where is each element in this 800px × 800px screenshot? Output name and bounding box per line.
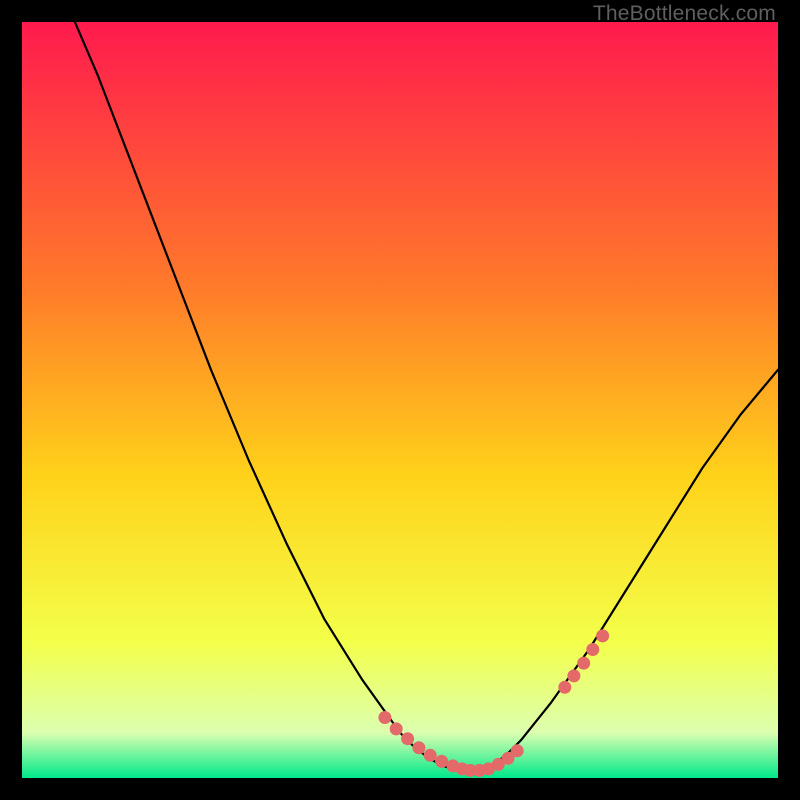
chart-frame: [22, 22, 778, 778]
watermark-text: TheBottleneck.com: [593, 2, 776, 26]
curve-marker: [558, 681, 571, 694]
curve-marker: [586, 643, 599, 656]
curve-marker: [390, 722, 403, 735]
curve-marker: [596, 629, 609, 642]
curve-marker: [424, 749, 437, 762]
curve-marker: [435, 755, 448, 768]
gradient-background: [22, 22, 778, 778]
bottleneck-chart: [22, 22, 778, 778]
curve-marker: [378, 711, 391, 724]
curve-marker: [511, 744, 524, 757]
curve-marker: [412, 741, 425, 754]
curve-marker: [401, 732, 414, 745]
curve-marker: [577, 657, 590, 670]
curve-marker: [567, 669, 580, 682]
